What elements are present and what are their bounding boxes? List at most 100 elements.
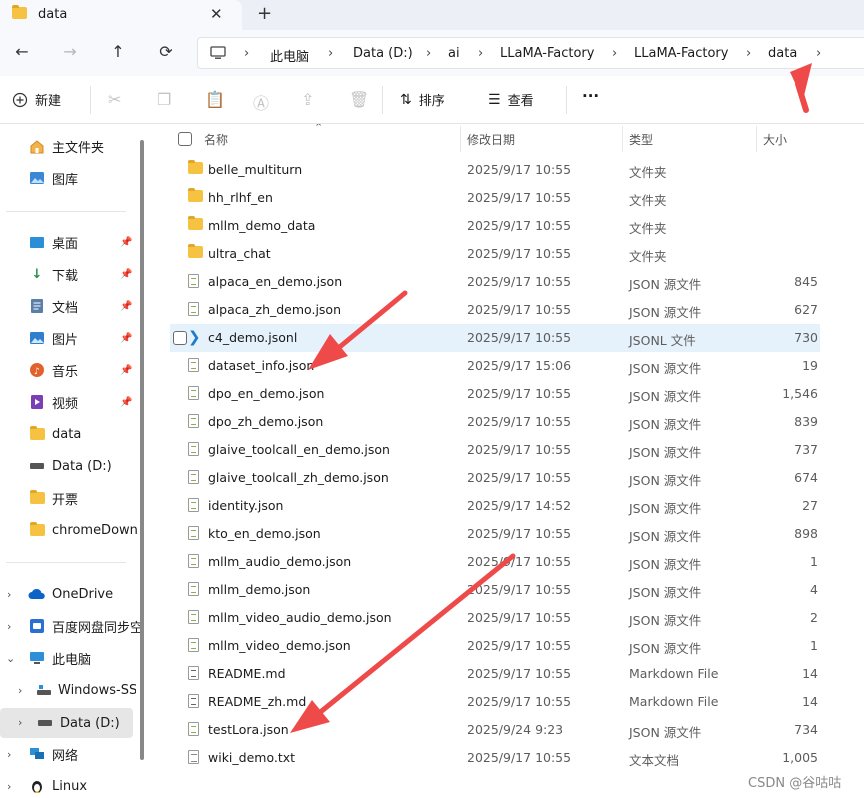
breadcrumb-drive-d[interactable]: Data (D:): [353, 46, 413, 61]
table-row[interactable]: mllm_video_demo.json 2025/9/17 10:55 JSON …: [170, 632, 820, 660]
table-row[interactable]: dpo_zh_demo.json 2025/9/17 10:55 JSON 源文件 8…: [170, 408, 820, 436]
table-row[interactable]: belle_multiturn 2025/9/17 10:55 文件夹: [170, 156, 820, 184]
sidebar-item-desktop[interactable]: 桌面: [28, 228, 78, 256]
rename-icon[interactable]: Ⓐ: [253, 90, 269, 114]
pin-icon[interactable]: 📌: [120, 301, 132, 312]
more-options-button[interactable]: ···: [582, 87, 599, 105]
table-row[interactable]: mllm_video_audio_demo.json 2025/9/17 10:5…: [170, 604, 820, 632]
chevron-right-icon[interactable]: ›: [478, 46, 483, 61]
chevron-right-icon[interactable]: ›: [18, 716, 22, 729]
pin-icon[interactable]: 📌: [120, 269, 132, 280]
chevron-right-icon[interactable]: ›: [746, 46, 751, 61]
new-button[interactable]: 新建: [12, 90, 61, 109]
sidebar-item-documents[interactable]: 文档: [28, 292, 78, 320]
breadcrumb-llama-factory-2[interactable]: LLaMA-Factory: [634, 46, 728, 61]
sidebar-item-videos[interactable]: 视频: [28, 388, 78, 416]
sidebar-item-data-drive[interactable]: Data (D:): [36, 709, 120, 737]
json-file-icon: [188, 442, 199, 459]
table-row[interactable]: alpaca_en_demo.json 2025/9/17 10:55 JSON 源…: [170, 268, 820, 296]
pin-icon[interactable]: 📌: [120, 237, 132, 248]
table-row[interactable]: glaive_toolcall_zh_demo.json 2025/9/17 10…: [170, 464, 820, 492]
column-type[interactable]: 类型: [629, 131, 653, 148]
column-divider[interactable]: [622, 126, 623, 152]
sort-button[interactable]: ⇅ 排序: [400, 90, 445, 110]
table-row[interactable]: glaive_toolcall_en_demo.json 2025/9/17 10…: [170, 436, 820, 464]
sidebar-item-this-pc[interactable]: 此电脑: [28, 644, 91, 672]
chevron-right-icon[interactable]: ›: [7, 748, 11, 761]
share-icon[interactable]: ⇪: [301, 90, 314, 109]
breadcrumb-data[interactable]: data: [768, 46, 797, 61]
sidebar-item-music[interactable]: ♪ 音乐: [28, 356, 78, 384]
chevron-right-icon[interactable]: ›: [612, 46, 617, 61]
chevron-right-icon[interactable]: ›: [7, 620, 11, 633]
sidebar-item-onedrive[interactable]: OneDrive: [28, 580, 113, 608]
table-row[interactable]: kto_en_demo.json 2025/9/17 10:55 JSON 源文件 8…: [170, 520, 820, 548]
paste-icon[interactable]: 📋: [205, 90, 225, 109]
sidebar-item-linux[interactable]: Linux: [28, 772, 87, 798]
breadcrumb-llama-factory-1[interactable]: LLaMA-Factory: [500, 46, 594, 61]
refresh-button[interactable]: ⟳: [156, 42, 176, 61]
sidebar-item-home[interactable]: 主文件夹: [28, 132, 104, 160]
pin-icon[interactable]: 📌: [120, 333, 132, 344]
table-row[interactable]: mllm_demo.json 2025/9/17 10:55 JSON 源文件 4: [170, 576, 820, 604]
chevron-right-icon[interactable]: ›: [18, 684, 22, 697]
chevron-right-icon[interactable]: ›: [7, 780, 11, 793]
sidebar-item-drive-d[interactable]: Data (D:): [28, 452, 112, 480]
sidebar-item-gallery[interactable]: 图库: [28, 164, 78, 192]
table-row[interactable]: hh_rlhf_en 2025/9/17 10:55 文件夹: [170, 184, 820, 212]
column-size[interactable]: 大小: [763, 131, 787, 148]
sidebar-item-windows-ssd[interactable]: Windows-SSD: [36, 676, 136, 704]
table-row[interactable]: mllm_audio_demo.json 2025/9/17 10:55 JSON …: [170, 548, 820, 576]
chevron-down-icon[interactable]: ⌄: [6, 652, 15, 665]
sidebar-scrollbar[interactable]: [140, 140, 144, 760]
breadcrumb-this-pc[interactable]: 此电脑: [270, 46, 309, 65]
table-row[interactable]: dataset_info.json 2025/9/17 15:06 JSON 源文件…: [170, 352, 820, 380]
back-button[interactable]: ←: [12, 42, 32, 61]
column-name[interactable]: 名称: [204, 131, 228, 148]
table-row[interactable]: wiki_demo.txt 2025/9/17 10:55 文本文档 1,005: [170, 744, 820, 772]
close-icon[interactable]: ✕: [210, 5, 223, 23]
sidebar-item-pictures[interactable]: 图片: [28, 324, 78, 352]
table-row[interactable]: mllm_demo_data 2025/9/17 10:55 文件夹: [170, 212, 820, 240]
delete-icon[interactable]: 🗑: [349, 90, 369, 109]
breadcrumb-ai[interactable]: ai: [448, 46, 460, 61]
folder-icon: [188, 188, 203, 205]
chevron-right-icon[interactable]: ›: [244, 46, 249, 61]
row-checkbox[interactable]: [173, 331, 187, 345]
table-row[interactable]: dpo_en_demo.json 2025/9/17 10:55 JSON 源文件 1…: [170, 380, 820, 408]
column-divider[interactable]: [756, 126, 757, 152]
chevron-right-icon[interactable]: ›: [328, 46, 333, 61]
table-row[interactable]: ❯ c4_demo.jsonl 2025/9/17 10:55 JSONL 文件 730: [170, 324, 820, 352]
file-date: 2025/9/24 9:23: [467, 722, 564, 737]
view-button[interactable]: ☰ 查看: [488, 90, 534, 110]
drive-icon: [28, 458, 46, 474]
sidebar-item-data[interactable]: data: [28, 420, 81, 448]
table-row[interactable]: README.md 2025/9/17 10:55 Markdown File 14: [170, 660, 820, 688]
sidebar-item-chromedown[interactable]: chromeDown: [28, 516, 138, 544]
pin-icon[interactable]: 📌: [120, 397, 132, 408]
table-row[interactable]: README_zh.md 2025/9/17 10:55 Markdown File…: [170, 688, 820, 716]
table-row[interactable]: identity.json 2025/9/17 14:52 JSON 源文件 27: [170, 492, 820, 520]
breadcrumb[interactable]: › 此电脑 › Data (D:) › ai › LLaMA-Factory ›…: [197, 37, 864, 69]
sidebar-item-downloads[interactable]: ↓ 下载: [28, 260, 78, 288]
sidebar-item-invoice[interactable]: 开票: [28, 484, 78, 512]
cut-icon[interactable]: ✂: [108, 90, 121, 109]
table-row[interactable]: ultra_chat 2025/9/17 10:55 文件夹: [170, 240, 820, 268]
chevron-right-icon[interactable]: ›: [816, 46, 821, 61]
chevron-right-icon[interactable]: ›: [426, 46, 431, 61]
new-tab-button[interactable]: +: [257, 3, 272, 24]
table-row[interactable]: testLora.json 2025/9/24 9:23 JSON 源文件 734: [170, 716, 820, 744]
copy-icon[interactable]: ❐: [157, 90, 171, 109]
file-size: 730: [794, 330, 818, 345]
chevron-right-icon[interactable]: ›: [7, 588, 11, 601]
tab-data[interactable]: data ✕: [0, 0, 242, 30]
up-button[interactable]: ↑: [108, 42, 128, 61]
sidebar-item-network[interactable]: 网络: [28, 740, 78, 768]
pin-icon[interactable]: 📌: [120, 365, 132, 376]
column-divider[interactable]: [460, 126, 461, 152]
forward-button[interactable]: →: [60, 42, 80, 61]
column-modified[interactable]: 修改日期: [467, 131, 515, 148]
table-row[interactable]: alpaca_zh_demo.json 2025/9/17 10:55 JSON 源…: [170, 296, 820, 324]
select-all-checkbox[interactable]: [178, 132, 192, 146]
sidebar-item-baidu-netdisk[interactable]: 百度网盘同步空: [28, 612, 143, 640]
